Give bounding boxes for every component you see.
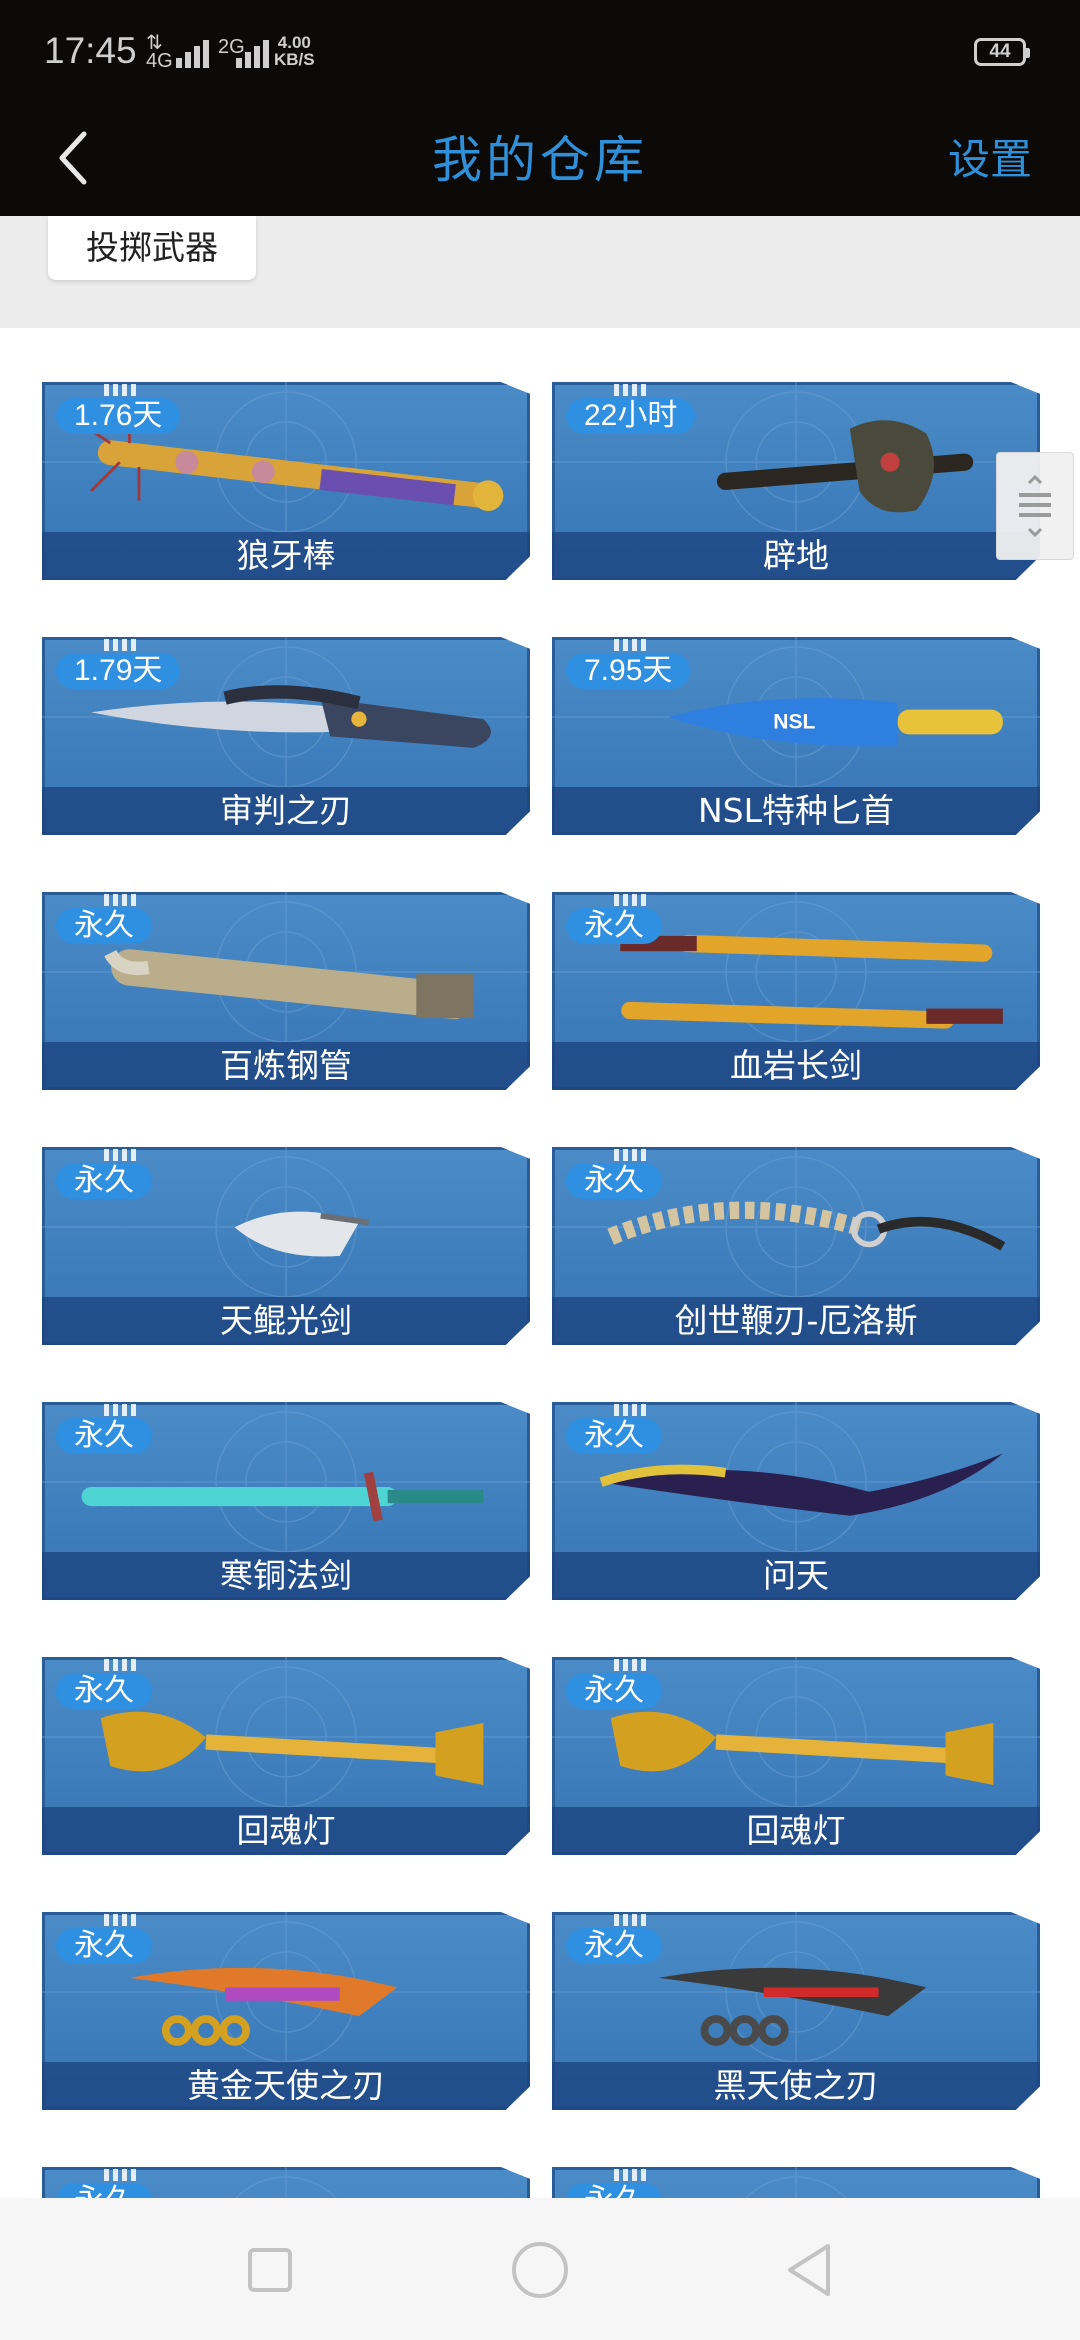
weapon-name: 黑天使之刃 (713, 2066, 879, 2105)
weapon-card[interactable]: 永久寒铜法剑 (42, 1402, 530, 1600)
duration-badge: 22小时 (566, 398, 696, 434)
category-filter-band: 投掷武器 (0, 216, 1080, 328)
weapon-name: 创世鞭刃-厄洛斯 (674, 1301, 918, 1340)
app-header: 我的仓库 设置 (0, 104, 1080, 216)
weapon-card[interactable]: 22小时辟地 (552, 382, 1040, 580)
battery-icon: 44 (974, 38, 1030, 66)
weapon-name: 血岩长剑 (730, 1046, 862, 1085)
page-title: 我的仓库 (432, 131, 648, 189)
weapon-card[interactable]: 永久回魂灯 (552, 1657, 1040, 1855)
duration-badge: 永久 (566, 2183, 662, 2198)
card-tab-marks (104, 1659, 138, 1671)
duration-badge: 永久 (56, 1418, 152, 1454)
scroll-arrows-icon (1027, 474, 1043, 538)
home-button[interactable] (500, 2234, 580, 2304)
weapon-card[interactable]: 永久 (552, 2167, 1040, 2198)
weapon-card[interactable]: 永久问天 (552, 1402, 1040, 1600)
nav-back-button[interactable] (770, 2234, 850, 2304)
weapon-card[interactable]: 永久回魂灯 (42, 1657, 530, 1855)
weapon-name: NSL特种匕首 (697, 791, 895, 830)
card-tab-marks (614, 1404, 648, 1416)
card-tab-marks (104, 1914, 138, 1926)
settings-button[interactable]: 设置 (948, 104, 1032, 216)
weapon-name: 百炼钢管 (220, 1046, 352, 1085)
weapon-card[interactable]: 1.76天狼牙棒 (42, 382, 530, 580)
duration-badge: 7.95天 (566, 653, 691, 689)
weapon-grid: 1.76天 狼牙棒 22小时 辟地 1.79天 审判之刃 NSL 7.95天 NSL特种匕首 永久… (0, 328, 1080, 2198)
status-time: 17:45 (44, 30, 137, 71)
network-4g-label: ⇅ 4G (146, 32, 173, 72)
category-chip-throwing[interactable]: 投掷武器 (48, 216, 256, 280)
card-tab-marks (614, 1149, 648, 1161)
circle-icon (512, 2242, 568, 2298)
chevron-left-icon (59, 131, 87, 185)
weapon-card[interactable]: 1.79天审判之刃 (42, 637, 530, 835)
weapon-card[interactable]: 永久血岩长剑 (552, 892, 1040, 1090)
scroll-handle[interactable] (996, 452, 1074, 560)
card-tab-marks (104, 1149, 138, 1161)
card-tab-marks (614, 2169, 648, 2181)
weapon-card[interactable]: 永久 (42, 2167, 530, 2198)
duration-badge: 永久 (56, 1928, 152, 1964)
duration-badge: 永久 (566, 1928, 662, 1964)
duration-badge: 永久 (56, 1163, 152, 1199)
recent-apps-button[interactable] (230, 2234, 310, 2304)
card-tab-marks (614, 1914, 648, 1926)
weapon-name: 辟地 (763, 536, 829, 575)
card-tab-marks (104, 1404, 138, 1416)
card-tab-marks (104, 894, 138, 906)
card-tab-marks (614, 639, 648, 651)
duration-badge: 永久 (566, 908, 662, 944)
weapon-name: 回魂灯 (236, 1811, 336, 1850)
weapon-card[interactable]: 永久黄金天使之刃 (42, 1912, 530, 2110)
card-tab-marks (614, 894, 648, 906)
weapon-card[interactable]: NSL 7.95天 NSL特种匕首 (552, 637, 1040, 835)
status-bar: 17:45 ⇅ 4G 2G 4.00 KB/S 44 (0, 0, 1080, 104)
duration-badge: 1.79天 (56, 653, 181, 689)
duration-badge: 永久 (566, 1163, 662, 1199)
duration-badge: 永久 (56, 1673, 152, 1709)
card-tab-marks (614, 384, 648, 396)
weapon-name: 狼牙棒 (236, 536, 336, 575)
weapon-name: 问天 (763, 1556, 829, 1595)
weapon-name: 天鲲光剑 (220, 1301, 352, 1340)
duration-badge: 1.76天 (56, 398, 181, 434)
square-icon (248, 2248, 292, 2292)
signal-icon (176, 34, 209, 68)
net-speed: 4.00 KB/S (274, 33, 315, 69)
weapon-name: 审判之刃 (220, 791, 352, 830)
card-tab-marks (104, 639, 138, 651)
weapon-name: 黄金天使之刃 (187, 2066, 385, 2105)
back-button[interactable] (40, 118, 120, 198)
svg-text:NSL: NSL (773, 711, 815, 734)
weapon-card[interactable]: 永久天鲲光剑 (42, 1147, 530, 1345)
card-tab-marks (614, 1659, 648, 1671)
duration-badge: 永久 (56, 2183, 152, 2198)
duration-badge: 永久 (56, 908, 152, 944)
weapon-card[interactable]: 永久百炼钢管 (42, 892, 530, 1090)
signal-icon-2 (236, 34, 269, 68)
duration-badge: 永久 (566, 1673, 662, 1709)
weapon-card[interactable]: 永久黑天使之刃 (552, 1912, 1040, 2110)
weapon-card[interactable]: 永久创世鞭刃-厄洛斯 (552, 1147, 1040, 1345)
weapon-name: 寒铜法剑 (220, 1556, 352, 1595)
card-tab-marks (104, 384, 138, 396)
duration-badge: 永久 (566, 1418, 662, 1454)
triangle-back-icon (788, 2244, 830, 2296)
weapon-name: 回魂灯 (746, 1811, 846, 1850)
system-nav-bar (0, 2198, 1080, 2340)
card-tab-marks (104, 2169, 138, 2181)
